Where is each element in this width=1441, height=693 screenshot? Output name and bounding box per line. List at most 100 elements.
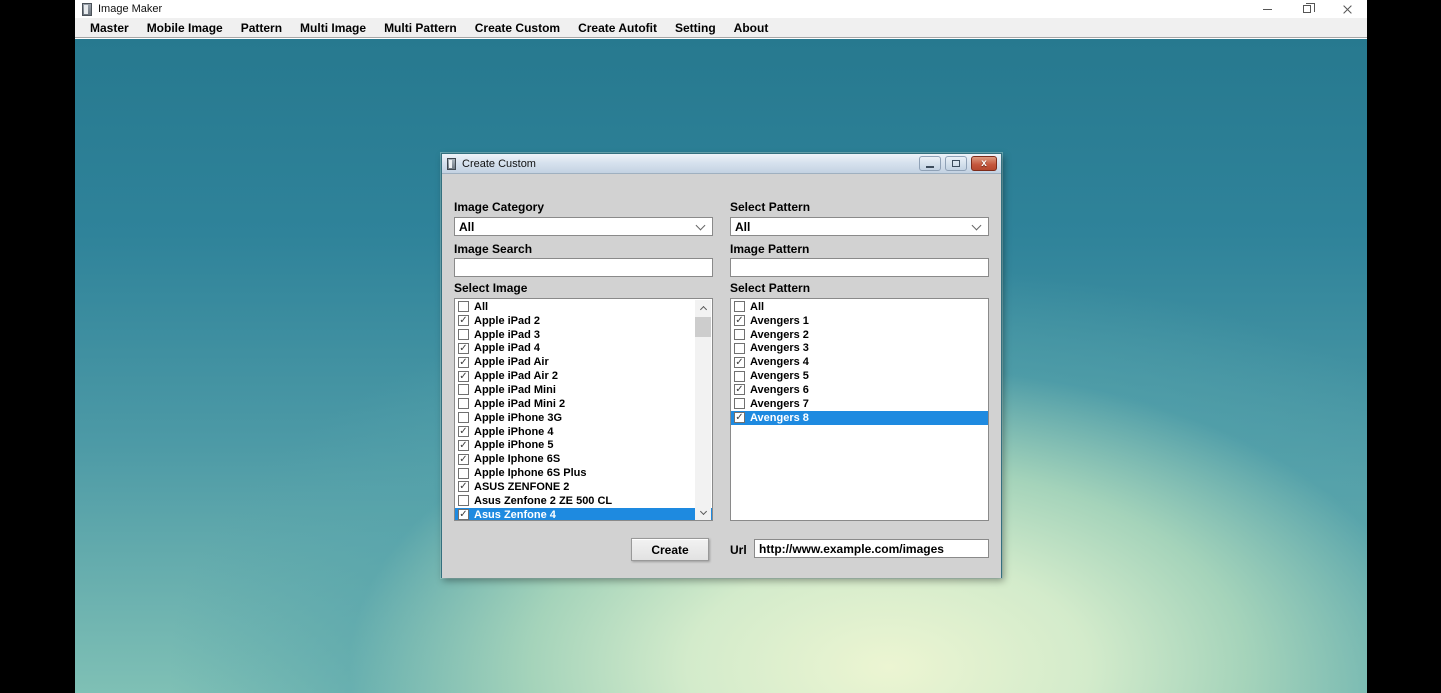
scrollbar[interactable]	[695, 300, 711, 521]
list-item[interactable]: ✓Avengers 4	[731, 355, 988, 369]
list-item-label: Apple iPad 3	[474, 329, 540, 341]
menu-item-multi-pattern[interactable]: Multi Pattern	[375, 18, 466, 38]
list-item[interactable]: Apple Iphone 6S Plus	[455, 466, 712, 480]
screen-background: Image Maker MasterMobile ImagePatternMul…	[0, 0, 1441, 693]
menu-item-create-autofit[interactable]: Create Autofit	[569, 18, 666, 38]
dialog-titlebar[interactable]: Create Custom x	[442, 154, 1001, 174]
list-item[interactable]: ✓Apple iPhone 4	[455, 425, 712, 439]
checkbox-unchecked[interactable]	[458, 398, 469, 409]
menu-item-setting[interactable]: Setting	[666, 18, 725, 38]
list-item[interactable]: ✓Apple iPad Air 2	[455, 369, 712, 383]
url-label: Url	[730, 543, 747, 557]
checkbox-checked[interactable]: ✓	[458, 426, 469, 437]
list-item-label: Apple Iphone 6S	[474, 453, 560, 465]
checkbox-checked[interactable]: ✓	[734, 357, 745, 368]
create-button[interactable]: Create	[631, 538, 709, 561]
list-item-label: Avengers 8	[750, 412, 809, 424]
list-item-label: ASUS ZENFONE 2	[474, 481, 569, 493]
list-item[interactable]: Avengers 5	[731, 369, 988, 383]
checkbox-unchecked[interactable]	[458, 384, 469, 395]
list-item[interactable]: ✓Avengers 6	[731, 383, 988, 397]
restore-button[interactable]	[1287, 0, 1327, 18]
list-item-label: Apple iPad Air	[474, 356, 549, 368]
list-item[interactable]: Apple iPad Mini 2	[455, 397, 712, 411]
image-category-dropdown[interactable]: All	[454, 217, 713, 236]
checkbox-unchecked[interactable]	[734, 329, 745, 340]
dialog-window-controls: x	[919, 156, 997, 171]
checkbox-checked[interactable]: ✓	[458, 509, 469, 520]
list-item[interactable]: ✓ Apple iPad Air	[455, 355, 712, 369]
checkbox-unchecked[interactable]	[734, 343, 745, 354]
checkbox-unchecked[interactable]	[734, 398, 745, 409]
select-image-label: Select Image	[454, 281, 527, 295]
restore-icon	[1303, 5, 1311, 13]
app-icon	[82, 3, 92, 16]
checkbox-checked[interactable]: ✓	[458, 357, 469, 368]
url-input[interactable]	[754, 539, 989, 558]
minimize-icon	[1263, 9, 1272, 10]
list-item[interactable]: ✓Asus Zenfone 4	[455, 508, 712, 521]
checkbox-checked[interactable]: ✓	[458, 454, 469, 465]
list-item[interactable]: ✓ Apple Iphone 6S	[455, 452, 712, 466]
list-item[interactable]: ✓ ASUS ZENFONE 2	[455, 480, 712, 494]
checkbox-checked[interactable]: ✓	[734, 412, 745, 423]
list-item-label: Asus Zenfone 2 ZE 500 CL	[474, 495, 612, 507]
scrollbar-thumb[interactable]	[695, 317, 711, 337]
list-item[interactable]: ✓ Avengers 8	[731, 411, 988, 425]
image-category-label: Image Category	[454, 200, 544, 214]
list-item[interactable]: ✓Apple iPad 2	[455, 314, 712, 328]
list-item[interactable]: Avengers 3	[731, 342, 988, 356]
list-item[interactable]: Avengers 7	[731, 397, 988, 411]
checkbox-checked[interactable]: ✓	[458, 481, 469, 492]
close-icon	[1343, 5, 1352, 14]
list-item[interactable]: All	[731, 300, 988, 314]
checkbox-unchecked[interactable]	[734, 301, 745, 312]
list-item[interactable]: Asus Zenfone 2 ZE 500 CL	[455, 494, 712, 508]
menu-item-mobile-image[interactable]: Mobile Image	[138, 18, 232, 38]
list-item[interactable]: Avengers 2	[731, 328, 988, 342]
list-item[interactable]: ✓Avengers 1	[731, 314, 988, 328]
list-item[interactable]: Apple iPhone 3G	[455, 411, 712, 425]
checkbox-unchecked[interactable]	[458, 495, 469, 506]
scroll-down-button[interactable]	[695, 505, 711, 521]
checkbox-checked[interactable]: ✓	[734, 315, 745, 326]
select-image-list[interactable]: All✓Apple iPad 2Apple iPad 3✓Apple iPad …	[454, 298, 713, 521]
app-titlebar[interactable]: Image Maker	[75, 0, 1367, 18]
checkbox-checked[interactable]: ✓	[458, 371, 469, 382]
checkbox-checked[interactable]: ✓	[458, 440, 469, 451]
list-item[interactable]: ✓ Apple iPad 4	[455, 342, 712, 356]
list-item[interactable]: ✓Apple iPhone 5	[455, 438, 712, 452]
checkbox-checked[interactable]: ✓	[734, 384, 745, 395]
menu-item-about[interactable]: About	[725, 18, 778, 38]
select-pattern-dropdown[interactable]: All	[730, 217, 989, 236]
list-item-label: Apple iPad Mini 2	[474, 398, 565, 410]
dialog-minimize-button[interactable]	[919, 156, 941, 171]
select-pattern-list[interactable]: All✓Avengers 1Avengers 2Avengers 3✓Aveng…	[730, 298, 989, 521]
chevron-up-icon	[699, 306, 706, 313]
menu-item-multi-image[interactable]: Multi Image	[291, 18, 375, 38]
scroll-up-button[interactable]	[695, 300, 711, 316]
list-item[interactable]: Apple iPad Mini	[455, 383, 712, 397]
maximize-icon	[952, 160, 960, 167]
checkbox-unchecked[interactable]	[458, 412, 469, 423]
checkbox-unchecked[interactable]	[458, 329, 469, 340]
checkbox-unchecked[interactable]	[734, 371, 745, 382]
dialog-close-button[interactable]: x	[971, 156, 997, 171]
checkbox-unchecked[interactable]	[458, 468, 469, 479]
image-search-input[interactable]	[454, 258, 713, 277]
dialog-maximize-button[interactable]	[945, 156, 967, 171]
checkbox-checked[interactable]: ✓	[458, 315, 469, 326]
close-button[interactable]	[1327, 0, 1367, 18]
select-pattern-value: All	[731, 220, 973, 234]
list-item-label: Apple iPad Mini	[474, 384, 556, 396]
checkbox-unchecked[interactable]	[458, 301, 469, 312]
minimize-button[interactable]	[1247, 0, 1287, 18]
image-pattern-input[interactable]	[730, 258, 989, 277]
list-item[interactable]: All	[455, 300, 712, 314]
menu-item-master[interactable]: Master	[81, 18, 138, 38]
list-item[interactable]: Apple iPad 3	[455, 328, 712, 342]
checkbox-checked[interactable]: ✓	[458, 343, 469, 354]
list-item-label: Apple iPad 4	[474, 342, 540, 354]
menu-item-create-custom[interactable]: Create Custom	[466, 18, 569, 38]
menu-item-pattern[interactable]: Pattern	[232, 18, 291, 38]
